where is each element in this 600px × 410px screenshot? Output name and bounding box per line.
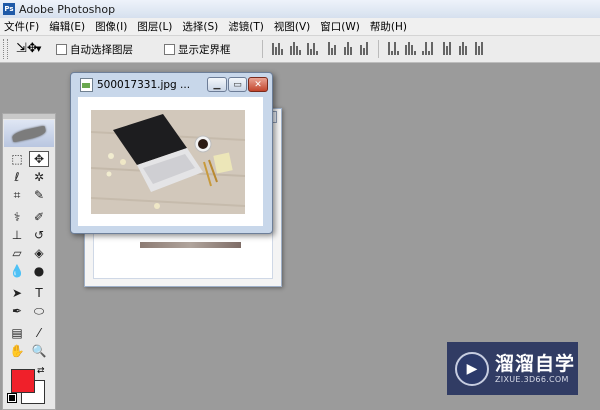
auto-select-layer-checkbox[interactable] [56, 44, 67, 55]
swap-colors-icon[interactable]: ⇄ [37, 366, 45, 376]
auto-select-layer-option[interactable]: 自动选择图层 [56, 42, 133, 57]
menu-filter[interactable]: 滤镜(T) [224, 19, 270, 34]
menu-layer[interactable]: 图层(L) [133, 19, 178, 34]
distribute-left-edges-icon[interactable] [443, 41, 451, 55]
photoshop-app-icon: Ps [3, 3, 15, 15]
move-tool-icon[interactable]: ✥ [29, 151, 49, 167]
minimize-button[interactable]: ▁ [207, 77, 227, 92]
play-icon: ▶ [455, 351, 489, 386]
menu-view[interactable]: 视图(V) [270, 19, 316, 34]
custom-shape-tool-icon[interactable]: ⬭ [29, 303, 49, 319]
pen-tool-icon[interactable]: ✒ [7, 303, 27, 319]
eraser-tool-icon[interactable]: ▱ [7, 245, 27, 261]
magic-wand-tool-icon[interactable]: ✲ [29, 169, 49, 185]
divider [378, 40, 379, 58]
distribute-bottom-edges-icon[interactable] [422, 41, 433, 55]
move-tool-preset-icon[interactable]: ⇲✥ [16, 41, 38, 56]
document-filename: 500017331.jpg ... [97, 79, 191, 91]
show-bounding-box-label: 显示定界框 [178, 44, 231, 56]
zoom-tool-icon[interactable]: 🔍 [29, 343, 49, 359]
align-horizontal-centers-icon[interactable] [344, 41, 352, 55]
options-bar-grip[interactable] [3, 39, 8, 59]
desk-laptop-photo [91, 110, 245, 214]
blur-tool-icon[interactable]: 💧 [7, 263, 27, 279]
distribute-vertical-centers-icon[interactable] [405, 41, 416, 55]
title-bar: Ps Adobe Photoshop [0, 0, 600, 19]
rectangular-marquee-tool-icon[interactable]: ⬚ [7, 151, 27, 167]
menu-file[interactable]: 文件(F) [0, 19, 45, 34]
slice-tool-icon[interactable]: ✎ [29, 187, 49, 203]
divider [262, 40, 263, 58]
menu-select[interactable]: 选择(S) [178, 19, 224, 34]
toolbox-logo[interactable] [4, 120, 54, 147]
background-document-image [140, 242, 241, 248]
align-vertical-centers-icon[interactable] [290, 41, 301, 55]
lasso-tool-icon[interactable]: ℓ [7, 169, 27, 185]
distribute-right-edges-icon[interactable] [475, 41, 483, 55]
close-button[interactable]: ✕ [248, 77, 268, 92]
menu-bar: 文件(F) 编辑(E) 图像(I) 图层(L) 选择(S) 滤镜(T) 视图(V… [0, 18, 600, 36]
watermark-badge: ▶ 溜溜自学 ZIXUE.3D66.COM [447, 342, 578, 395]
healing-brush-tool-icon[interactable]: ⚕ [7, 209, 27, 225]
watermark-title: 溜溜自学 [495, 353, 576, 375]
watermark-url: ZIXUE.3D66.COM [495, 375, 569, 384]
align-left-edges-icon[interactable] [328, 41, 336, 55]
distribute-top-edges-icon[interactable] [388, 41, 399, 55]
align-bottom-edges-icon[interactable] [307, 41, 318, 55]
menu-window[interactable]: 窗口(W) [316, 19, 366, 34]
paint-bucket-tool-icon[interactable]: ◈ [29, 245, 49, 261]
menu-edit[interactable]: 编辑(E) [45, 19, 91, 34]
eyedropper-tool-icon[interactable]: ⁄ [29, 325, 49, 341]
align-top-edges-icon[interactable] [272, 41, 283, 55]
show-bounding-box-checkbox[interactable] [164, 44, 175, 55]
toolbox: ⬚ ✥ ℓ ✲ ⌗ ✎ ⚕ ✐ ⊥ ↺ ▱ ◈ 💧 ● ➤ T ✒ ⬭ ▤ ⁄ … [2, 113, 56, 410]
menu-image[interactable]: 图像(I) [91, 19, 133, 34]
notes-tool-icon[interactable]: ▤ [7, 325, 27, 341]
foreground-color-swatch[interactable] [11, 369, 35, 393]
default-colors-icon[interactable] [7, 393, 17, 403]
document-window[interactable]: 500017331.jpg ... ▁ ▭ ✕ [70, 72, 273, 234]
dodge-tool-icon[interactable]: ● [29, 263, 49, 279]
path-selection-tool-icon[interactable]: ➤ [7, 285, 27, 301]
menu-help[interactable]: 帮助(H) [366, 19, 413, 34]
hand-tool-icon[interactable]: ✋ [7, 343, 27, 359]
auto-select-layer-label: 自动选择图层 [70, 44, 133, 56]
type-tool-icon[interactable]: T [29, 285, 49, 301]
distribute-horizontal-centers-icon[interactable] [459, 41, 467, 55]
chevron-down-icon[interactable]: ▼ [36, 45, 41, 53]
toolbox-grip[interactable] [3, 114, 55, 119]
options-bar: ⇲✥ ▼ 自动选择图层 显示定界框 [0, 36, 600, 63]
brush-tool-icon[interactable]: ✐ [29, 209, 49, 225]
image-icon [80, 78, 93, 92]
feather-icon [11, 125, 47, 142]
document-image [91, 110, 245, 214]
app-title: Adobe Photoshop [19, 2, 116, 16]
document-canvas[interactable] [78, 97, 263, 226]
crop-tool-icon[interactable]: ⌗ [7, 187, 27, 203]
maximize-button[interactable]: ▭ [228, 77, 247, 92]
show-bounding-box-option[interactable]: 显示定界框 [164, 42, 231, 57]
history-brush-tool-icon[interactable]: ↺ [29, 227, 49, 243]
align-right-edges-icon[interactable] [360, 41, 368, 55]
clone-stamp-tool-icon[interactable]: ⊥ [7, 227, 27, 243]
